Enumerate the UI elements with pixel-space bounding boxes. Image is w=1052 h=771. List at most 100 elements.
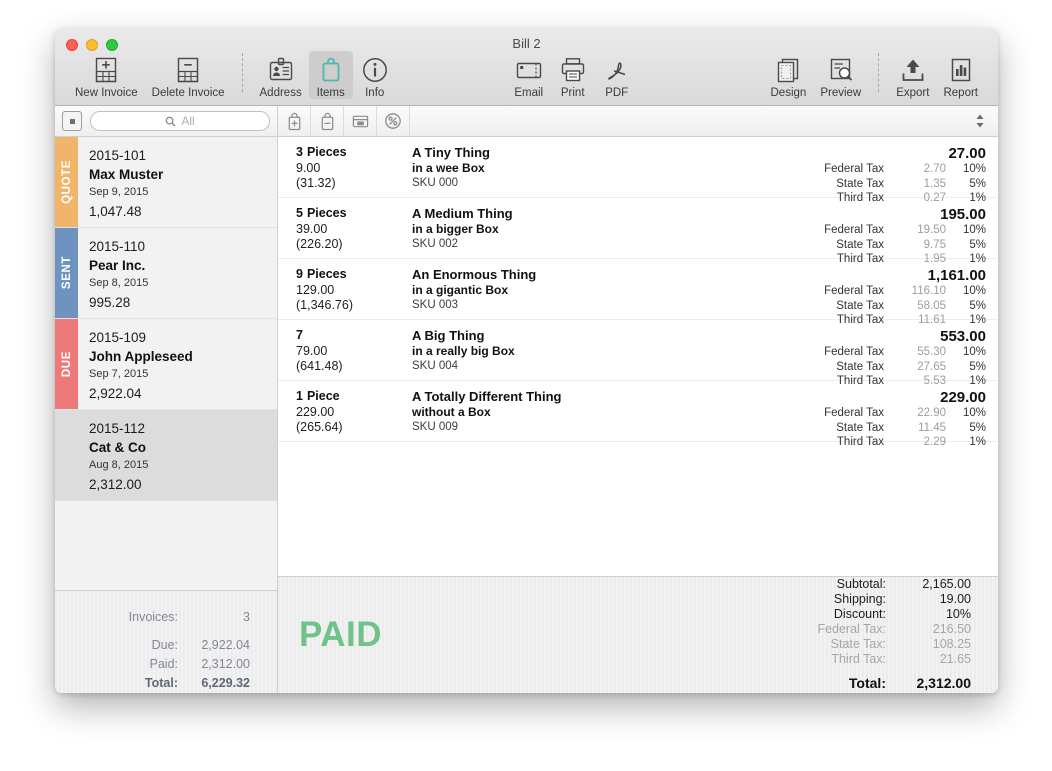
item-tax-percent: 5% xyxy=(946,177,986,192)
total-line-label: Federal Tax: xyxy=(817,622,886,637)
item-row[interactable]: 9Pieces129.00(1,346.76)An Enormous Thing… xyxy=(278,259,998,320)
item-tax-name: Federal Tax xyxy=(734,345,884,360)
paid-stamp: PAID xyxy=(299,615,382,655)
item-tax-row: Federal Tax116.1010% xyxy=(731,284,986,299)
item-tax-amount: 0.27 xyxy=(884,191,946,206)
item-tax-percent: 5% xyxy=(946,421,986,436)
export-icon xyxy=(899,54,927,86)
item-tax-amount: 2.29 xyxy=(884,435,946,450)
export-button[interactable]: Export xyxy=(889,51,936,99)
total-line-label: Shipping: xyxy=(834,592,886,607)
item-qty: 5 xyxy=(296,206,303,220)
item-tax-name: State Tax xyxy=(734,177,884,192)
print-button[interactable]: Print xyxy=(551,51,595,99)
items-list[interactable]: 3Pieces9.00(31.32)A Tiny Thingin a wee B… xyxy=(278,137,998,576)
item-qty-unit: 9Pieces xyxy=(296,267,385,283)
item-sku: SKU 004 xyxy=(412,359,731,375)
item-cost: (31.32) xyxy=(296,176,385,192)
item-row[interactable]: 1Piece229.00(265.64)A Totally Different … xyxy=(278,381,998,442)
total-line-value: 21.65 xyxy=(886,652,971,667)
item-tax-percent: 10% xyxy=(946,162,986,177)
item-quantity-column: 1Piece229.00(265.64) xyxy=(290,389,385,441)
items-button[interactable]: Items xyxy=(309,51,353,99)
address-button[interactable]: Address xyxy=(253,51,309,99)
item-tax-row: Third Tax5.531% xyxy=(731,374,986,389)
status-badge-quote: QUOTE xyxy=(55,137,78,227)
total-line: Third Tax:21.65 xyxy=(817,652,971,667)
invoice-row-2015-112[interactable]: 2015-112 Cat & Co Aug 8, 2015 2,312.00 xyxy=(55,410,277,501)
view-options-button[interactable] xyxy=(62,111,82,131)
item-tax-amount: 58.05 xyxy=(884,299,946,314)
item-tax-row: Third Tax11.611% xyxy=(731,313,986,328)
invoice-info: 2015-112 Cat & Co Aug 8, 2015 2,312.00 xyxy=(78,410,277,500)
invoice-date: Sep 8, 2015 xyxy=(89,275,277,293)
item-row[interactable]: 3Pieces9.00(31.32)A Tiny Thingin a wee B… xyxy=(278,137,998,198)
item-title: A Tiny Thing xyxy=(412,145,731,161)
item-sku: SKU 002 xyxy=(412,237,731,253)
new-invoice-button[interactable]: New Invoice xyxy=(68,51,145,99)
sort-stepper[interactable] xyxy=(974,112,998,130)
item-description-column: A Big Thingin a really big BoxSKU 004 xyxy=(385,328,731,380)
delete-invoice-button[interactable]: Delete Invoice xyxy=(145,51,232,99)
item-tax-amount: 27.65 xyxy=(884,360,946,375)
pdf-button[interactable]: PDF xyxy=(595,51,639,99)
item-tax-name: State Tax xyxy=(734,299,884,314)
grand-total-line: Total:2,312.00 xyxy=(817,674,971,693)
invoice-client: Cat & Co xyxy=(89,438,277,457)
item-unit-price: 229.00 xyxy=(296,405,385,421)
email-button[interactable]: Email xyxy=(507,51,551,99)
item-amount-tax-column: 27.00Federal Tax2.7010%State Tax1.355%Th… xyxy=(731,145,986,197)
item-unit: Pieces xyxy=(307,267,347,281)
discount-button[interactable] xyxy=(377,106,410,136)
totals-footer: PAID Subtotal:2,165.00Shipping:19.00Disc… xyxy=(278,576,998,693)
search-input[interactable]: All xyxy=(90,111,270,131)
item-sku: SKU 003 xyxy=(412,298,731,314)
app-window: Bill 2 New xyxy=(55,28,998,693)
item-subtitle: in a gigantic Box xyxy=(412,283,731,299)
item-row[interactable]: 5Pieces39.00(226.20)A Medium Thingin a b… xyxy=(278,198,998,259)
item-tax-percent: 10% xyxy=(946,284,986,299)
toolbar: New Invoice Delete Invoice xyxy=(55,51,998,106)
item-tax-name: Third Tax xyxy=(734,374,884,389)
item-tax-row: Federal Tax2.7010% xyxy=(731,162,986,177)
invoice-row-2015-110[interactable]: SENT 2015-110 Pear Inc. Sep 8, 2015 995.… xyxy=(55,228,277,319)
summary-total-row: Total: 6,229.32 xyxy=(55,674,250,693)
info-button[interactable]: Info xyxy=(353,51,397,99)
item-amount-tax-column: 229.00Federal Tax22.9010%State Tax11.455… xyxy=(731,389,986,441)
report-button[interactable]: Report xyxy=(936,51,985,99)
box-item-icon xyxy=(351,113,370,130)
item-tax-percent: 10% xyxy=(946,345,986,360)
box-item-button[interactable] xyxy=(344,106,377,136)
invoice-number: 2015-110 xyxy=(89,237,277,256)
invoice-row-2015-101[interactable]: QUOTE 2015-101 Max Muster Sep 9, 2015 1,… xyxy=(55,137,277,228)
item-actions-area xyxy=(278,106,998,136)
item-tax-percent: 10% xyxy=(946,406,986,421)
preview-button[interactable]: Preview xyxy=(813,51,868,99)
print-label: Print xyxy=(561,87,585,99)
item-title: A Medium Thing xyxy=(412,206,731,222)
remove-item-icon xyxy=(319,112,336,131)
invoice-list[interactable]: QUOTE 2015-101 Max Muster Sep 9, 2015 1,… xyxy=(55,137,277,590)
item-amount: 229.00 xyxy=(731,389,986,406)
item-qty-unit: 3Pieces xyxy=(296,145,385,161)
item-amount-tax-column: 553.00Federal Tax55.3010%State Tax27.655… xyxy=(731,328,986,380)
remove-item-button[interactable] xyxy=(311,106,344,136)
item-qty: 3 xyxy=(296,145,303,159)
invoice-number: 2015-112 xyxy=(89,419,277,438)
item-quantity-column: 5Pieces39.00(226.20) xyxy=(290,206,385,258)
item-row[interactable]: 779.00(641.48)A Big Thingin a really big… xyxy=(278,320,998,381)
design-button[interactable]: Design xyxy=(764,51,814,99)
item-tax-percent: 1% xyxy=(946,252,986,267)
item-tax-percent: 1% xyxy=(946,191,986,206)
summary-total-label: Total: xyxy=(145,674,178,693)
item-amount: 27.00 xyxy=(731,145,986,162)
invoice-client: John Appleseed xyxy=(89,347,277,366)
item-tax-row: State Tax1.355% xyxy=(731,177,986,192)
add-item-button[interactable] xyxy=(278,106,311,136)
preview-icon xyxy=(827,54,855,86)
item-qty-unit: 5Pieces xyxy=(296,206,385,222)
invoice-date: Aug 8, 2015 xyxy=(89,457,277,475)
preview-label: Preview xyxy=(820,87,861,99)
invoice-row-2015-109[interactable]: DUE 2015-109 John Appleseed Sep 7, 2015 … xyxy=(55,319,277,410)
item-tax-amount: 9.75 xyxy=(884,238,946,253)
